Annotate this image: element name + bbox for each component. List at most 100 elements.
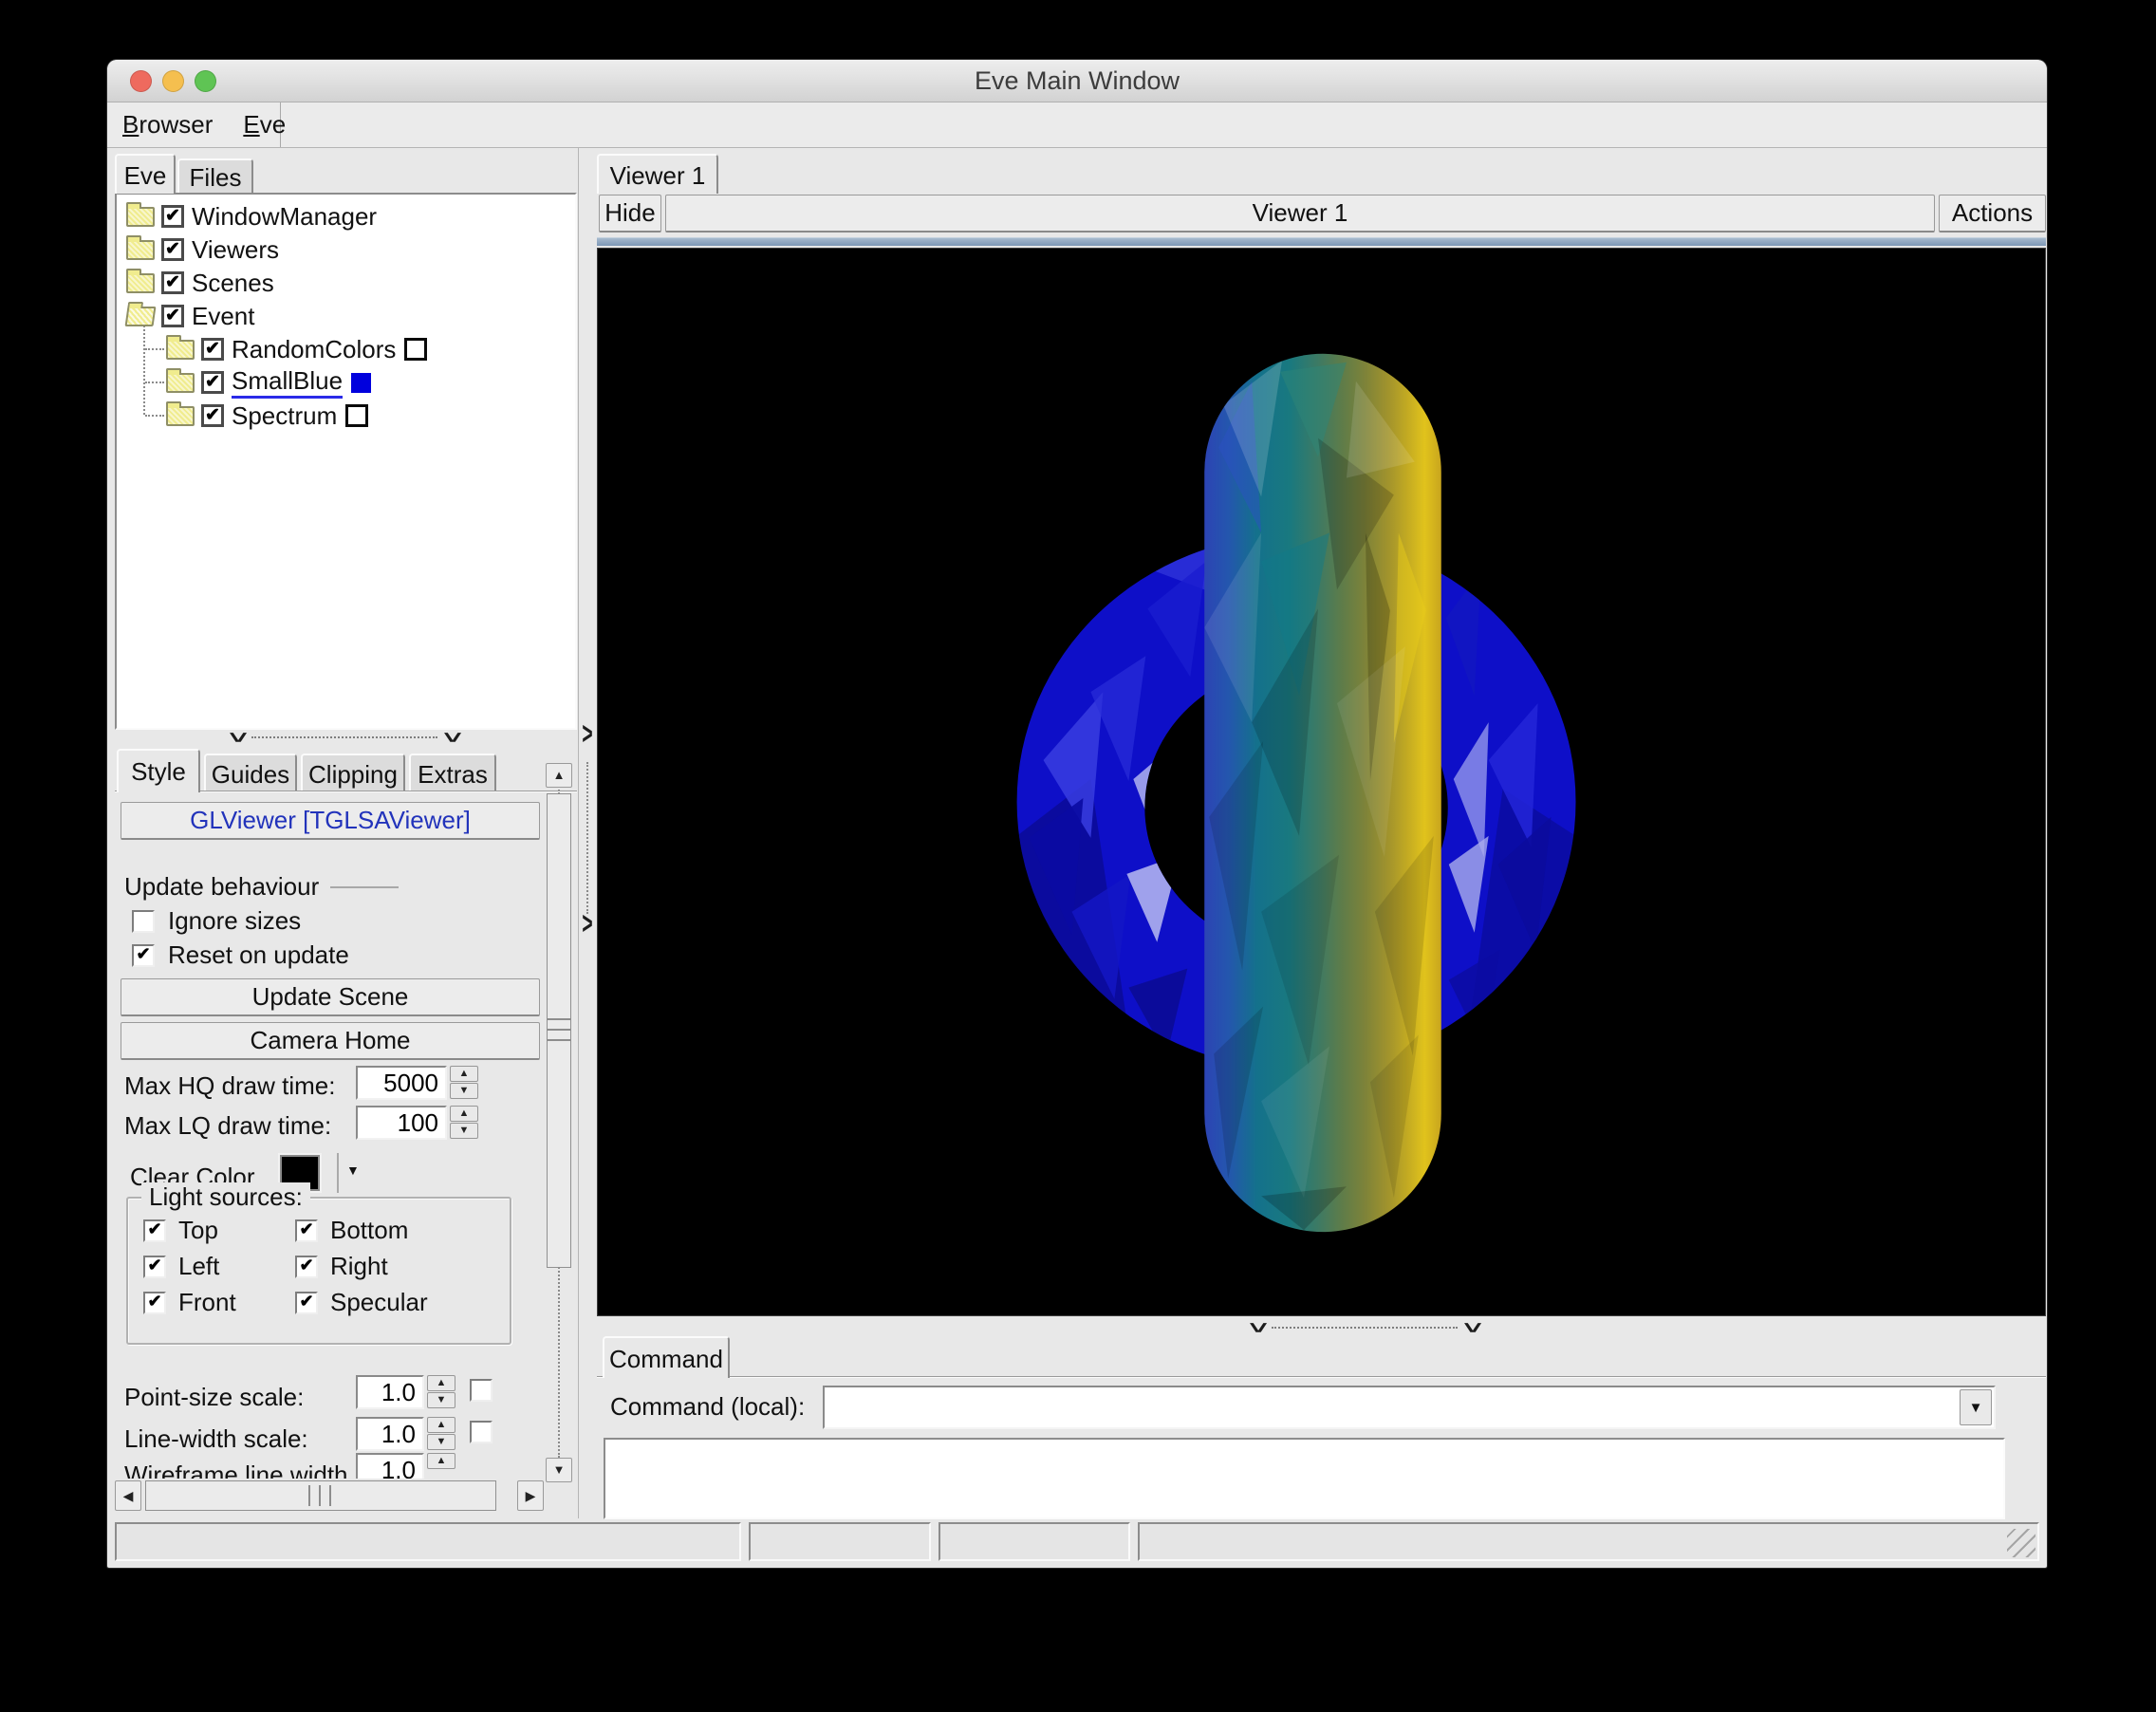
tree-item-scenes[interactable]: Scenes bbox=[126, 267, 274, 299]
splitter-dots bbox=[586, 762, 588, 914]
spin-up-button[interactable]: ▲ bbox=[427, 1453, 455, 1469]
style-panel-hscrollbar[interactable]: ◀ ▶ bbox=[115, 1479, 544, 1513]
line-width-value[interactable]: 1.0 bbox=[356, 1417, 424, 1451]
tree-item-label[interactable]: Spectrum bbox=[232, 401, 337, 431]
light-left-checkbox[interactable] bbox=[143, 1256, 166, 1278]
point-size-spinner[interactable]: 1.0 ▲▼ bbox=[356, 1375, 455, 1409]
ignore-sizes-checkbox[interactable] bbox=[132, 910, 155, 933]
status-section-3 bbox=[939, 1522, 1130, 1561]
viewer-accent-bar bbox=[597, 237, 2046, 246]
light-top-checkbox[interactable] bbox=[143, 1219, 166, 1242]
tree-item-windowmanager[interactable]: WindowManager bbox=[126, 200, 377, 233]
tree-item-label[interactable]: WindowManager bbox=[192, 202, 377, 232]
open-folder-icon bbox=[125, 307, 157, 326]
tree-checkbox[interactable] bbox=[201, 404, 224, 427]
tab-viewer-1[interactable]: Viewer 1 bbox=[597, 154, 718, 194]
tree-checkbox[interactable] bbox=[161, 271, 184, 294]
menu-browser[interactable]: Browser bbox=[107, 110, 228, 140]
thumb-grip bbox=[547, 1018, 571, 1023]
light-sources-title: Light sources: bbox=[141, 1182, 310, 1212]
light-front-checkbox[interactable] bbox=[143, 1292, 166, 1314]
menu-eve[interactable]: Eve bbox=[228, 110, 301, 140]
scroll-right-button[interactable]: ▶ bbox=[517, 1480, 544, 1511]
tree-item-event[interactable]: Event bbox=[126, 300, 255, 332]
tree-item-label[interactable]: RandomColors bbox=[232, 335, 396, 364]
tab-eve[interactable]: Eve bbox=[115, 154, 176, 194]
light-bottom-checkbox[interactable] bbox=[295, 1219, 318, 1242]
tree-item-viewers[interactable]: Viewers bbox=[126, 233, 279, 266]
camera-home-button[interactable]: Camera Home bbox=[121, 1022, 540, 1060]
window-resize-grip[interactable] bbox=[2007, 1529, 2035, 1557]
folder-icon bbox=[126, 207, 155, 227]
spin-up-button[interactable]: ▲ bbox=[450, 1106, 478, 1122]
viewer-title-bar[interactable]: Viewer 1 bbox=[665, 195, 1935, 233]
vscrollbar-thumb[interactable] bbox=[547, 793, 571, 1268]
thumb-grip bbox=[308, 1485, 313, 1506]
line-width-spinner[interactable]: 1.0 ▲▼ bbox=[356, 1417, 455, 1451]
max-lq-value[interactable]: 100 bbox=[356, 1106, 447, 1140]
tree-checkbox[interactable] bbox=[161, 238, 184, 261]
color-marker-blue[interactable] bbox=[351, 373, 371, 393]
spin-down-button[interactable]: ▼ bbox=[427, 1392, 455, 1408]
max-hq-spinner[interactable]: 5000 ▲▼ bbox=[356, 1066, 478, 1100]
tab-guides[interactable]: Guides bbox=[204, 754, 297, 792]
tab-files[interactable]: Files bbox=[177, 158, 253, 194]
tab-clipping[interactable]: Clipping bbox=[301, 754, 405, 792]
tab-command[interactable]: Command bbox=[603, 1336, 730, 1378]
tree-item-spectrum[interactable]: Spectrum bbox=[145, 400, 368, 432]
spin-up-button[interactable]: ▲ bbox=[427, 1375, 455, 1391]
tree-checkbox[interactable] bbox=[161, 305, 184, 327]
spin-up-button[interactable]: ▲ bbox=[427, 1417, 455, 1433]
spin-down-button[interactable]: ▼ bbox=[427, 1434, 455, 1450]
command-input-combo[interactable]: ▼ bbox=[823, 1386, 1996, 1429]
splitter-chevron-icon: > bbox=[1248, 1322, 1267, 1332]
point-size-value[interactable]: 1.0 bbox=[356, 1375, 424, 1409]
splitter-dots bbox=[251, 736, 437, 738]
spin-down-button[interactable]: ▼ bbox=[450, 1123, 478, 1139]
reset-on-update-checkbox[interactable] bbox=[132, 944, 155, 967]
splitter-chevron-icon: > bbox=[1462, 1322, 1481, 1332]
tree-panel-splitter[interactable]: > > bbox=[231, 730, 458, 745]
render-state-marker[interactable] bbox=[345, 404, 368, 427]
main-vertical-splitter[interactable]: > > bbox=[578, 147, 595, 1518]
glviewer-button[interactable]: GLViewer [TGLSAViewer] bbox=[121, 802, 540, 840]
tree-checkbox[interactable] bbox=[201, 371, 224, 394]
point-size-override-checkbox[interactable] bbox=[470, 1379, 493, 1402]
eve-tree-view[interactable]: WindowManager Viewers Scenes Event Rando… bbox=[115, 193, 577, 730]
thumb-grip bbox=[319, 1485, 324, 1506]
tab-style[interactable]: Style bbox=[117, 749, 200, 792]
max-hq-value[interactable]: 5000 bbox=[356, 1066, 447, 1100]
scroll-left-button[interactable]: ◀ bbox=[115, 1480, 141, 1511]
tree-item-randomcolors[interactable]: RandomColors bbox=[145, 333, 427, 365]
command-output-area[interactable] bbox=[604, 1438, 2005, 1519]
spin-down-button[interactable]: ▼ bbox=[450, 1083, 478, 1099]
titlebar[interactable]: Eve Main Window bbox=[107, 60, 2047, 102]
tree-checkbox[interactable] bbox=[201, 338, 224, 361]
light-specular-checkbox[interactable] bbox=[295, 1292, 318, 1314]
scroll-up-button[interactable]: ▲ bbox=[546, 763, 572, 788]
tree-item-label[interactable]: Viewers bbox=[192, 235, 279, 265]
tree-item-label-selected[interactable]: SmallBlue bbox=[232, 366, 343, 399]
light-right-checkbox[interactable] bbox=[295, 1256, 318, 1278]
tree-item-smallblue[interactable]: SmallBlue bbox=[145, 366, 371, 399]
max-lq-spinner[interactable]: 100 ▲▼ bbox=[356, 1106, 478, 1140]
tree-item-label[interactable]: Scenes bbox=[192, 269, 274, 298]
line-width-label: Line-width scale: bbox=[124, 1424, 308, 1454]
clear-color-dropdown-arrow[interactable]: ▼ bbox=[346, 1163, 360, 1178]
hide-button[interactable]: Hide bbox=[599, 195, 661, 233]
tree-checkbox[interactable] bbox=[161, 205, 184, 228]
actions-button[interactable]: Actions bbox=[1939, 195, 2046, 233]
scroll-down-button[interactable]: ▼ bbox=[546, 1458, 572, 1482]
combo-dropdown-button[interactable]: ▼ bbox=[1960, 1389, 1992, 1425]
gl-viewport-canvas[interactable] bbox=[597, 248, 2046, 1316]
spin-up-button[interactable]: ▲ bbox=[450, 1066, 478, 1082]
style-panel-vscrollbar[interactable]: ▲ ▼ bbox=[546, 763, 572, 1482]
update-scene-button[interactable]: Update Scene bbox=[121, 978, 540, 1016]
section-rule bbox=[330, 886, 399, 888]
tree-item-label[interactable]: Event bbox=[192, 302, 255, 331]
line-width-override-checkbox[interactable] bbox=[470, 1421, 493, 1443]
viewport-splitter[interactable]: > > bbox=[1251, 1320, 1478, 1335]
render-state-marker[interactable] bbox=[404, 338, 427, 361]
tab-extras[interactable]: Extras bbox=[409, 754, 496, 792]
hscrollbar-thumb[interactable] bbox=[145, 1480, 496, 1511]
